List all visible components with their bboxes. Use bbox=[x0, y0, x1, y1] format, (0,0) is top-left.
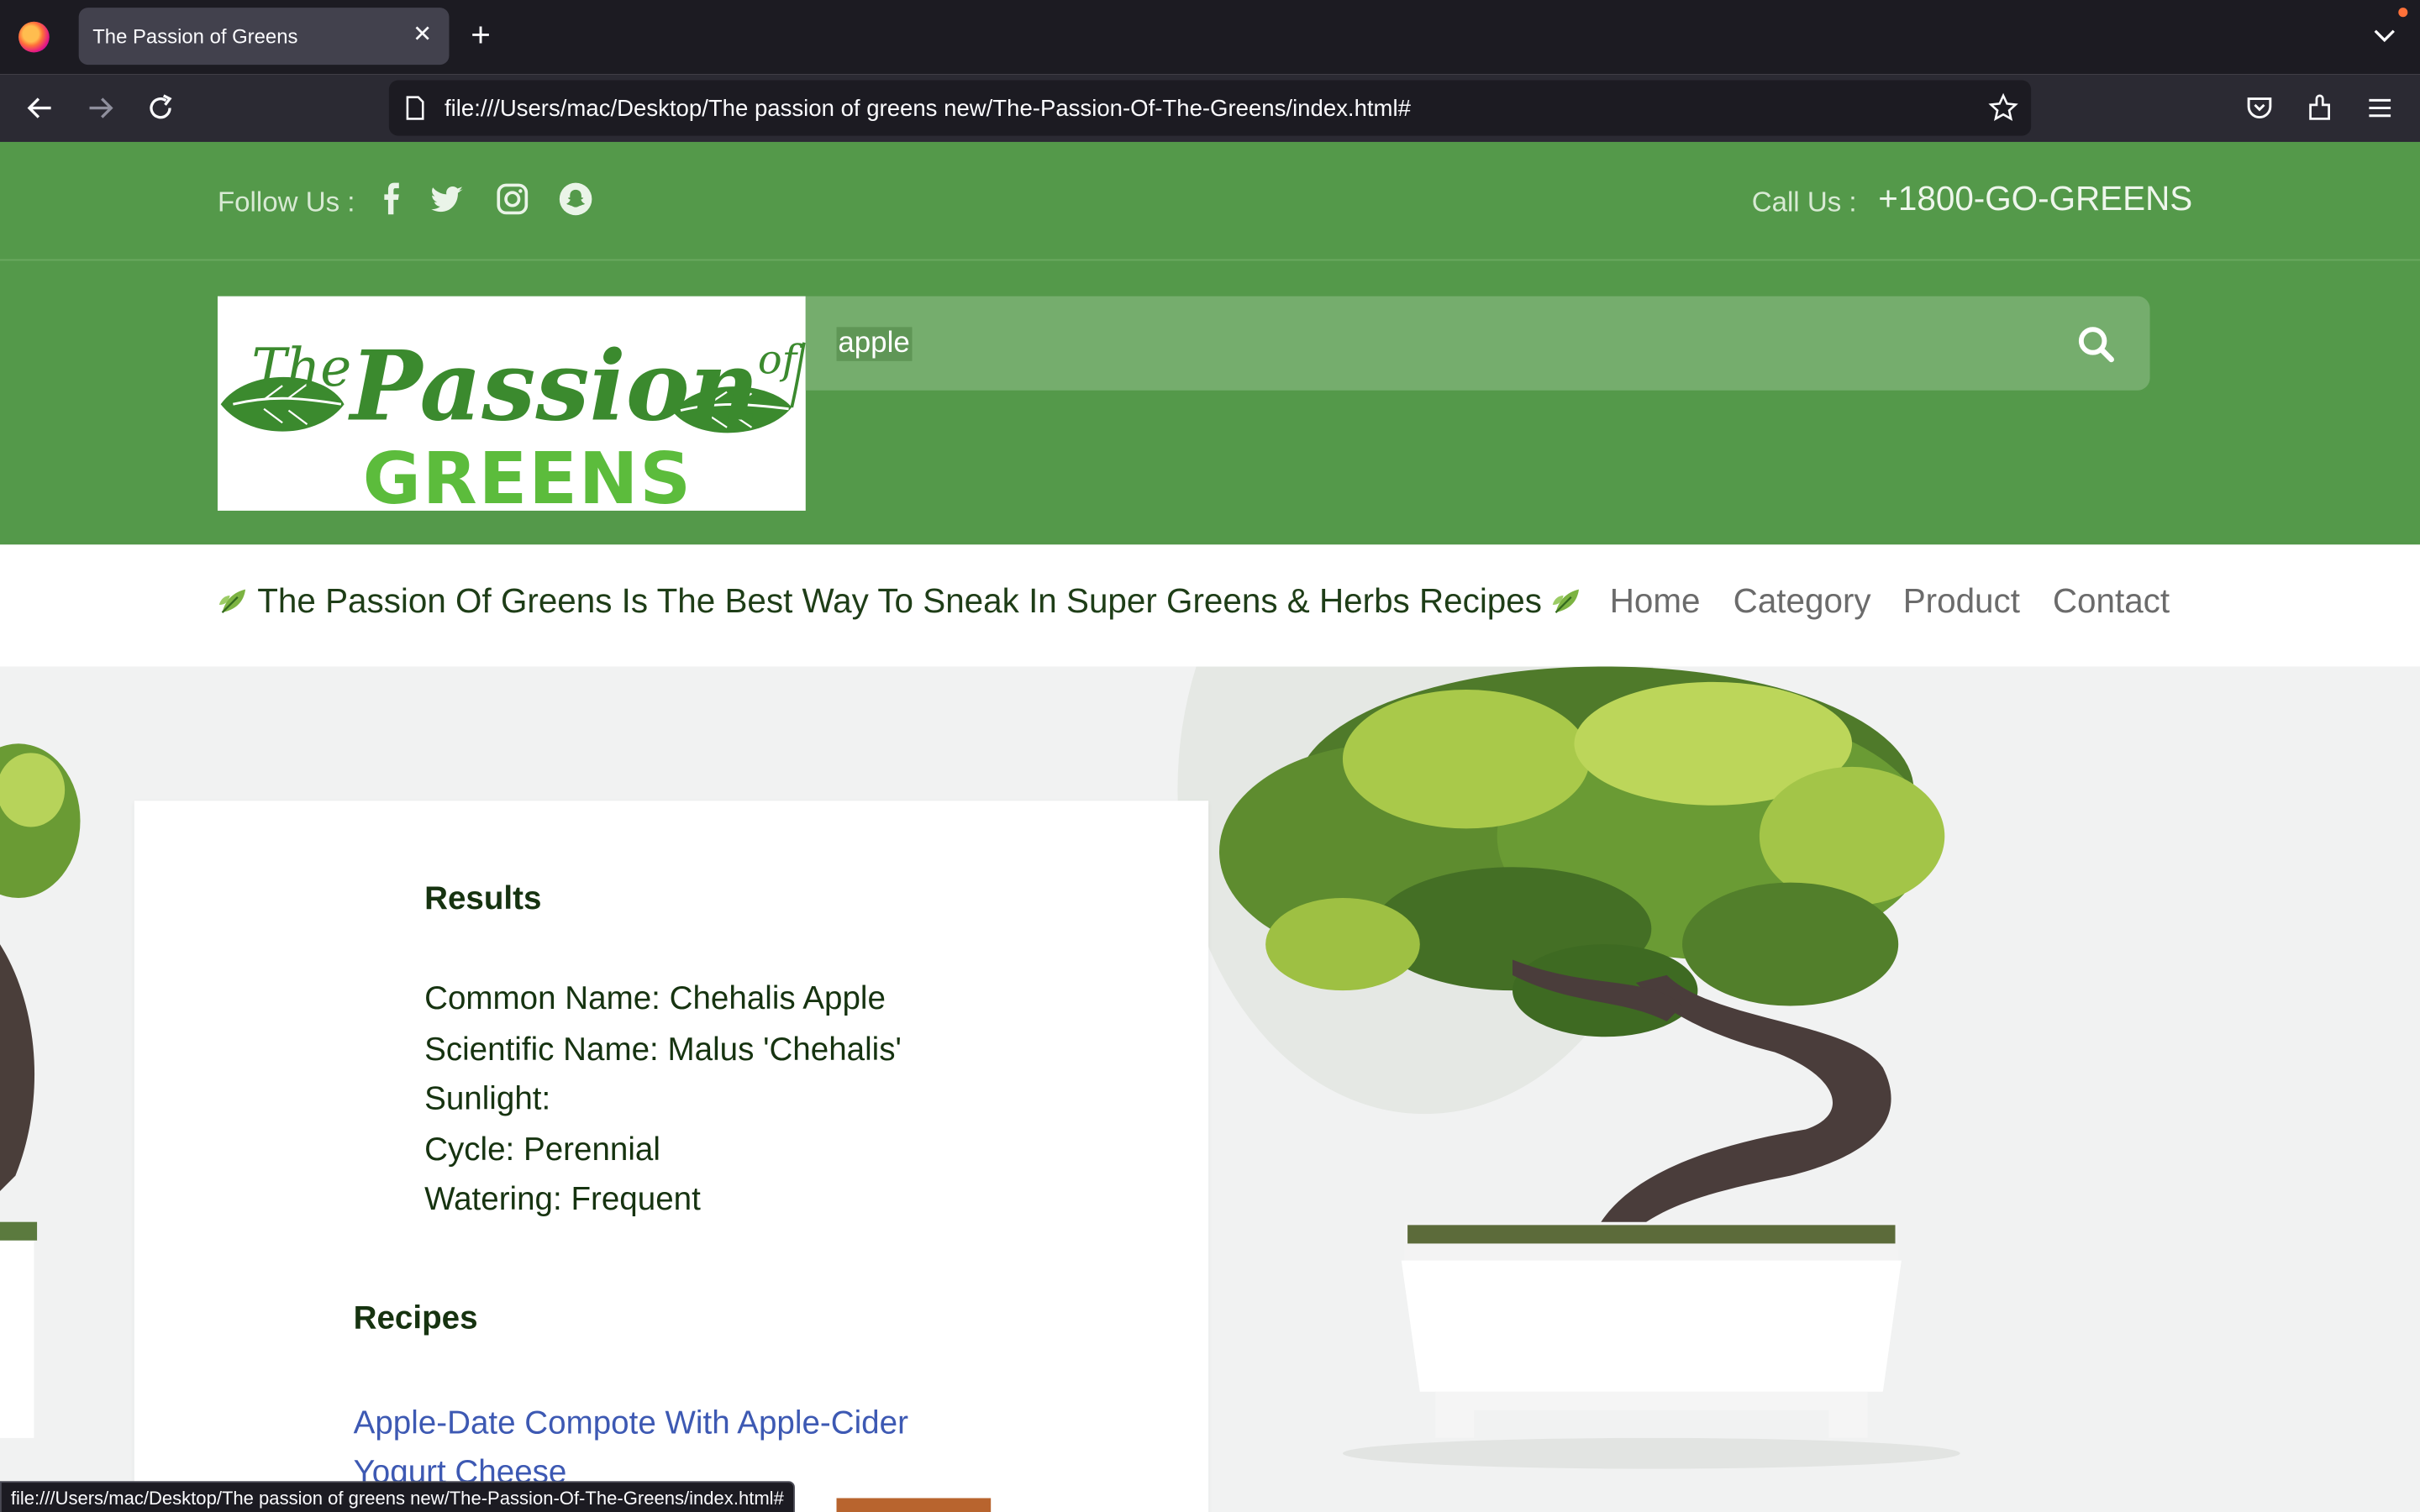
instagram-icon[interactable] bbox=[496, 182, 529, 216]
browser-tab-bar: The Passion of Greens ✕ + bbox=[0, 0, 2420, 75]
follow-label: Follow Us : bbox=[217, 186, 355, 218]
leaf-icon bbox=[1551, 586, 1582, 617]
url-text: file:///Users/mac/Desktop/The passion of… bbox=[444, 95, 1411, 123]
page-icon bbox=[404, 96, 426, 129]
scientific-name: Scientific Name: Malus 'Chehalis' bbox=[424, 1032, 902, 1068]
tab-list-chevron-icon[interactable] bbox=[2370, 22, 2398, 57]
nav-link-category[interactable]: Category bbox=[1733, 581, 1871, 622]
browser-tab[interactable]: The Passion of Greens ✕ bbox=[78, 8, 450, 66]
leaf-icon bbox=[218, 586, 249, 617]
recipe-thumbnail[interactable] bbox=[836, 1498, 992, 1512]
tab-close-icon[interactable]: ✕ bbox=[413, 22, 432, 50]
logo-text-of: of bbox=[758, 337, 803, 383]
recipes-heading: Recipes bbox=[353, 1300, 478, 1336]
common-name: Common Name: Chehalis Apple bbox=[424, 981, 886, 1017]
search-input-value[interactable]: apple bbox=[836, 327, 912, 361]
browser-nav-bar: file:///Users/mac/Desktop/The passion of… bbox=[0, 74, 2420, 142]
firefox-logo-icon bbox=[18, 21, 50, 53]
call-us-label: Call Us : bbox=[1751, 186, 1857, 218]
forward-icon[interactable] bbox=[85, 92, 116, 123]
header-divider bbox=[0, 259, 2420, 261]
results-heading: Results bbox=[424, 880, 542, 917]
notification-dot bbox=[2398, 8, 2408, 18]
menu-hamburger-icon[interactable] bbox=[2365, 92, 2396, 123]
watering: Watering: Frequent bbox=[424, 1182, 701, 1218]
status-bar-url: file:///Users/mac/Desktop/The passion of… bbox=[0, 1481, 795, 1512]
cycle: Cycle: Perennial bbox=[424, 1131, 660, 1168]
phone-number[interactable]: +1800-GO-GREENS bbox=[1878, 179, 2192, 219]
tagline: The Passion Of Greens Is The Best Way To… bbox=[218, 581, 1582, 622]
sunlight: Sunlight: bbox=[424, 1081, 551, 1118]
main-nav: The Passion Of Greens Is The Best Way To… bbox=[0, 544, 2420, 667]
nav-link-product[interactable]: Product bbox=[1903, 581, 2020, 622]
tagline-text: The Passion Of Greens Is The Best Way To… bbox=[257, 581, 1542, 621]
results-card: Results Common Name: Chehalis Apple Scie… bbox=[134, 801, 1209, 1512]
nav-link-home[interactable]: Home bbox=[1610, 581, 1701, 622]
logo-text-passion: Passion bbox=[348, 330, 760, 443]
pocket-icon[interactable] bbox=[2244, 92, 2275, 123]
snapchat-icon[interactable] bbox=[559, 182, 592, 216]
bonsai-image-left bbox=[0, 743, 81, 1438]
extensions-icon[interactable] bbox=[2304, 92, 2335, 123]
bookmark-star-icon[interactable] bbox=[1988, 92, 2019, 131]
twitter-icon[interactable] bbox=[430, 182, 464, 216]
reload-icon[interactable] bbox=[145, 92, 176, 123]
search-input[interactable]: apple bbox=[805, 296, 2150, 391]
url-bar[interactable]: file:///Users/mac/Desktop/The passion of… bbox=[388, 80, 2032, 136]
bonsai-image bbox=[1219, 666, 1960, 1469]
results-details: Common Name: Chehalis Apple Scientific N… bbox=[424, 975, 902, 1226]
logo-text-the: The bbox=[251, 337, 351, 398]
tab-title: The Passion of Greens bbox=[92, 24, 298, 48]
site-header: Follow Us : Call Us : +1800-GO-GREENS Th… bbox=[0, 141, 2420, 545]
logo-text-greens: GREENS bbox=[363, 438, 692, 511]
back-icon[interactable] bbox=[24, 92, 55, 123]
nav-link-contact[interactable]: Contact bbox=[2053, 581, 2170, 622]
site-logo[interactable]: The Passion of GREENS bbox=[217, 296, 806, 520]
facebook-icon[interactable] bbox=[375, 182, 408, 216]
new-tab-icon[interactable]: + bbox=[471, 18, 491, 52]
search-icon[interactable] bbox=[2075, 324, 2116, 365]
